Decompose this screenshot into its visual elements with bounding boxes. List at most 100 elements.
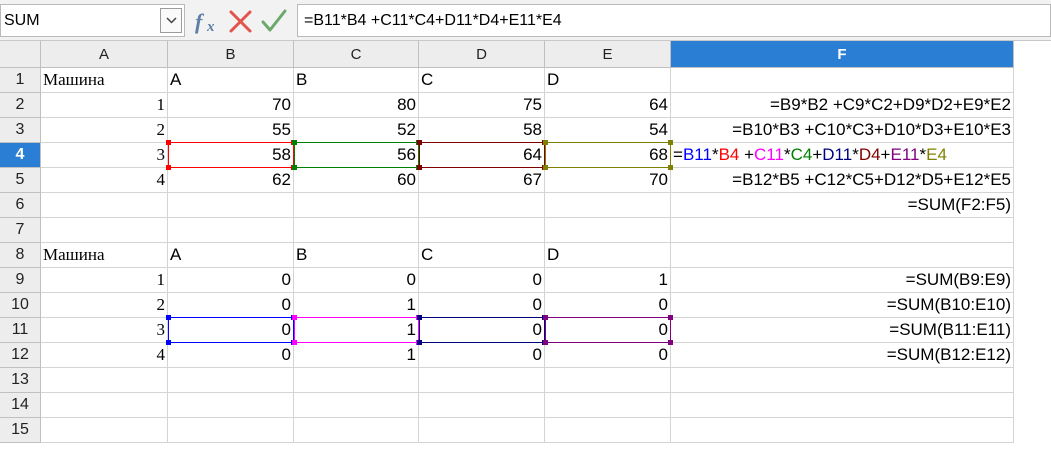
cell-d6[interactable]	[419, 193, 545, 218]
cell-a11[interactable]: 3	[41, 318, 168, 343]
cell-f9[interactable]: =SUM(B9:E9)	[671, 268, 1014, 293]
cell-b13[interactable]	[168, 368, 294, 393]
cell-b7[interactable]	[168, 218, 294, 243]
row-header-13[interactable]: 13	[0, 368, 41, 393]
cell-a8[interactable]: Машина	[41, 243, 168, 268]
cell-e4[interactable]: 68	[545, 143, 671, 168]
cell-b14[interactable]	[168, 393, 294, 418]
cell-a13[interactable]	[41, 368, 168, 393]
cell-a3[interactable]: 2	[41, 118, 168, 143]
cell-c7[interactable]	[294, 218, 419, 243]
cell-c9[interactable]: 0	[294, 268, 419, 293]
cell-f14[interactable]	[671, 393, 1014, 418]
cell-a1[interactable]: Машина	[41, 68, 168, 93]
cell-d7[interactable]	[419, 218, 545, 243]
cell-d9[interactable]: 0	[419, 268, 545, 293]
cell-f12[interactable]: =SUM(B12:E12)	[671, 343, 1014, 368]
cell-a14[interactable]	[41, 393, 168, 418]
function-wizard-icon[interactable]: f x	[193, 6, 223, 36]
cell-c14[interactable]	[294, 393, 419, 418]
row-header-3[interactable]: 3	[0, 118, 41, 143]
cell-b2[interactable]: 70	[168, 93, 294, 118]
formula-input[interactable]: =B11*B4 +C11*C4+D11*D4+E11*E4	[297, 4, 1051, 37]
cell-e14[interactable]	[545, 393, 671, 418]
cell-e2[interactable]: 64	[545, 93, 671, 118]
cell-f7[interactable]	[671, 218, 1014, 243]
cell-e1[interactable]: D	[545, 68, 671, 93]
cancel-icon[interactable]	[228, 6, 254, 36]
cell-e7[interactable]	[545, 218, 671, 243]
cell-e5[interactable]: 70	[545, 168, 671, 193]
cell-a6[interactable]	[41, 193, 168, 218]
column-header-a[interactable]: A	[41, 41, 168, 68]
cell-b8[interactable]: A	[168, 243, 294, 268]
cell-f2[interactable]: =B9*B2 +C9*C2+D9*D2+E9*E2	[671, 93, 1014, 118]
cell-e3[interactable]: 54	[545, 118, 671, 143]
cell-a2[interactable]: 1	[41, 93, 168, 118]
cell-d8[interactable]: C	[419, 243, 545, 268]
cell-e15[interactable]	[545, 418, 671, 443]
cell-b6[interactable]	[168, 193, 294, 218]
cell-a4[interactable]: 3	[41, 143, 168, 168]
cell-c4[interactable]: 56	[294, 143, 419, 168]
cell-f8[interactable]	[671, 243, 1014, 268]
cell-d12[interactable]: 0	[419, 343, 545, 368]
cell-c12[interactable]: 1	[294, 343, 419, 368]
cell-e10[interactable]: 0	[545, 293, 671, 318]
cell-c13[interactable]	[294, 368, 419, 393]
cell-d5[interactable]: 67	[419, 168, 545, 193]
row-header-14[interactable]: 14	[0, 393, 41, 418]
row-header-11[interactable]: 11	[0, 318, 41, 343]
row-header-12[interactable]: 12	[0, 343, 41, 368]
cell-c11[interactable]: 1	[294, 318, 419, 343]
cell-e8[interactable]: D	[545, 243, 671, 268]
name-box-value[interactable]: SUM	[4, 12, 40, 30]
name-box-dropdown-button[interactable]	[160, 8, 182, 33]
cell-a12[interactable]: 4	[41, 343, 168, 368]
cell-b9[interactable]: 0	[168, 268, 294, 293]
cell-f3[interactable]: =B10*B3 +C10*C3+D10*D3+E10*E3	[671, 118, 1014, 143]
row-header-8[interactable]: 8	[0, 243, 41, 268]
row-header-10[interactable]: 10	[0, 293, 41, 318]
column-header-c[interactable]: C	[294, 41, 419, 68]
column-header-d[interactable]: D	[419, 41, 545, 68]
cell-c15[interactable]	[294, 418, 419, 443]
cell-a9[interactable]: 1	[41, 268, 168, 293]
cell-f5[interactable]: =B12*B5 +C12*C5+D12*D5+E12*E5	[671, 168, 1014, 193]
cell-c3[interactable]: 52	[294, 118, 419, 143]
cell-d1[interactable]: C	[419, 68, 545, 93]
cell-b1[interactable]: A	[168, 68, 294, 93]
cell-b4[interactable]: 58	[168, 143, 294, 168]
row-header-1[interactable]: 1	[0, 68, 41, 93]
cell-c10[interactable]: 1	[294, 293, 419, 318]
row-header-7[interactable]: 7	[0, 218, 41, 243]
cell-f1[interactable]	[671, 68, 1014, 93]
cell-b15[interactable]	[168, 418, 294, 443]
cell-d13[interactable]	[419, 368, 545, 393]
row-header-5[interactable]: 5	[0, 168, 41, 193]
cell-d4[interactable]: 64	[419, 143, 545, 168]
cell-b10[interactable]: 0	[168, 293, 294, 318]
cell-c1[interactable]: B	[294, 68, 419, 93]
cell-f6[interactable]: =SUM(F2:F5)	[671, 193, 1014, 218]
cell-b11[interactable]: 0	[168, 318, 294, 343]
cell-c5[interactable]: 60	[294, 168, 419, 193]
cell-e12[interactable]: 0	[545, 343, 671, 368]
cell-b3[interactable]: 55	[168, 118, 294, 143]
cell-f13[interactable]	[671, 368, 1014, 393]
cell-a10[interactable]: 2	[41, 293, 168, 318]
column-header-e[interactable]: E	[545, 41, 671, 68]
column-header-b[interactable]: B	[168, 41, 294, 68]
formula-text[interactable]: =B11*B4 +C11*C4+D11*D4+E11*E4	[304, 12, 562, 30]
row-header-6[interactable]: 6	[0, 193, 41, 218]
cell-d14[interactable]	[419, 393, 545, 418]
cell-d2[interactable]: 75	[419, 93, 545, 118]
row-header-2[interactable]: 2	[0, 93, 41, 118]
accept-icon[interactable]	[261, 6, 287, 36]
name-box[interactable]: SUM	[0, 4, 185, 37]
row-header-4[interactable]: 4	[0, 143, 41, 168]
cell-c6[interactable]	[294, 193, 419, 218]
select-all-corner[interactable]	[0, 41, 41, 68]
cell-f15[interactable]	[671, 418, 1014, 443]
cell-b5[interactable]: 62	[168, 168, 294, 193]
